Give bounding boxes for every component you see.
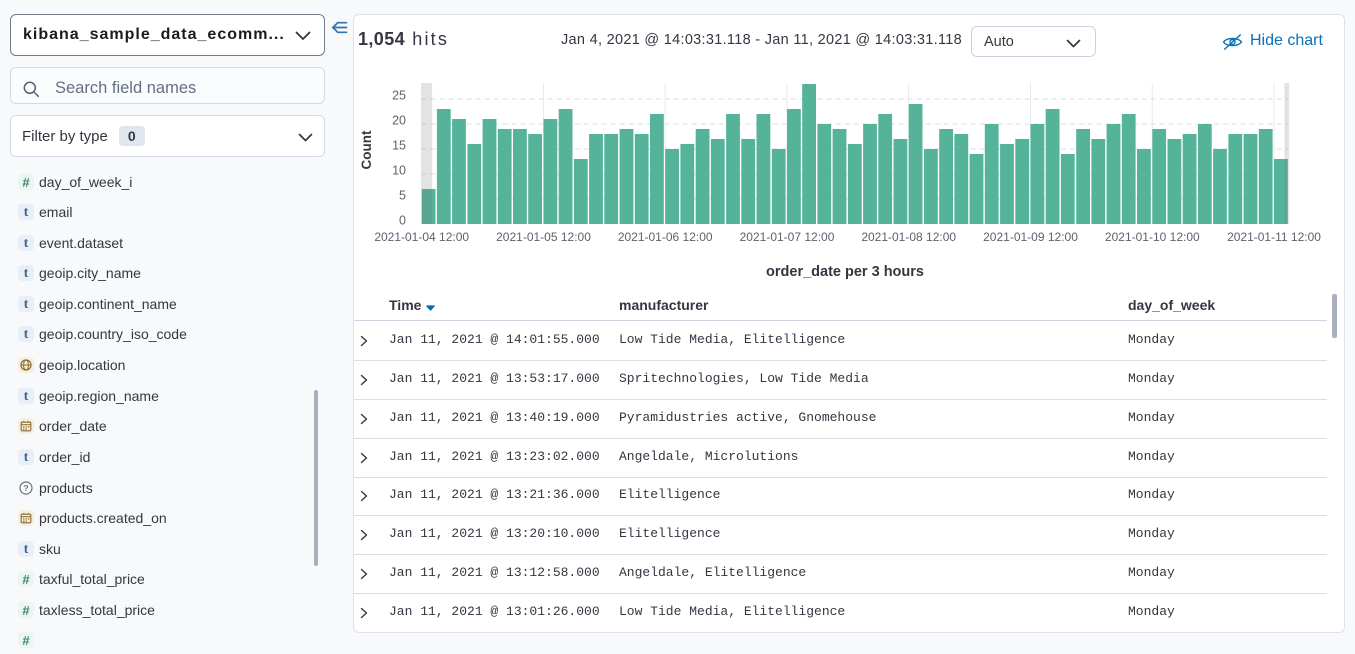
svg-text:0: 0 — [399, 214, 406, 228]
svg-text:5: 5 — [399, 189, 406, 203]
svg-text:order_date per 3 hours: order_date per 3 hours — [766, 264, 924, 280]
svg-text:2021-01-07 12:00: 2021-01-07 12:00 — [740, 230, 835, 244]
svg-text:Count: Count — [359, 130, 374, 169]
svg-text:2021-01-04 12:00: 2021-01-04 12:00 — [374, 230, 469, 244]
svg-text:15: 15 — [392, 139, 406, 153]
svg-text:10: 10 — [392, 164, 406, 178]
svg-text:2021-01-06 12:00: 2021-01-06 12:00 — [618, 230, 713, 244]
svg-text:25: 25 — [392, 89, 406, 103]
svg-text:2021-01-11 12:00: 2021-01-11 12:00 — [1227, 230, 1321, 244]
svg-text:2021-01-09 12:00: 2021-01-09 12:00 — [983, 230, 1078, 244]
svg-text:2021-01-10 12:00: 2021-01-10 12:00 — [1105, 230, 1200, 244]
svg-text:?: ? — [23, 483, 28, 493]
svg-text:2021-01-05 12:00: 2021-01-05 12:00 — [496, 230, 591, 244]
svg-text:2021-01-08 12:00: 2021-01-08 12:00 — [861, 230, 956, 244]
svg-text:20: 20 — [392, 114, 406, 128]
